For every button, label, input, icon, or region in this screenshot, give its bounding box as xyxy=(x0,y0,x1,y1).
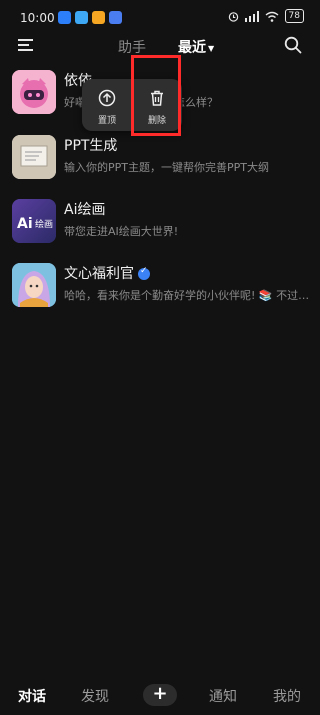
nav-mine[interactable]: 我的 xyxy=(273,686,301,706)
wifi-icon xyxy=(265,11,278,22)
app-icon xyxy=(75,11,88,24)
menu-icon[interactable] xyxy=(18,38,34,52)
pin-label: 置顶 xyxy=(97,116,116,126)
tab-recent-label: 最近 xyxy=(178,40,206,56)
pin-button[interactable]: 置顶 xyxy=(82,79,132,131)
pin-top-icon xyxy=(98,89,116,107)
bottom-nav: 对话 发现 + 通知 我的 xyxy=(0,676,320,715)
tab-recent[interactable]: 最近 ▼ xyxy=(178,37,214,57)
chat-item-welfare[interactable]: 文心福利官 哈哈，看来你是个勤奋好学的小伙伴呢! 📚 不过… xyxy=(0,263,320,323)
chat-name: 文心福利官 xyxy=(64,263,150,283)
svg-text:Ai: Ai xyxy=(17,216,33,232)
notification-app-icons xyxy=(58,11,122,24)
status-time: 10:00 xyxy=(20,11,55,25)
app-icon xyxy=(58,11,71,24)
avatar xyxy=(12,263,56,307)
chat-preview: 带您走进AI绘画大世界! xyxy=(64,225,179,238)
chat-name-text: 文心福利官 xyxy=(64,266,134,282)
svg-text:绘画: 绘画 xyxy=(35,218,53,230)
nav-notify[interactable]: 通知 xyxy=(209,686,237,706)
nav-chat[interactable]: 对话 xyxy=(18,686,46,706)
welfare-avatar-image xyxy=(12,263,56,307)
chat-item-ppt[interactable]: PPT生成 输入你的PPT主题，一键帮你完善PPT大纲 xyxy=(0,135,320,195)
tab-assistant[interactable]: 助手 xyxy=(118,37,146,57)
signal-icon xyxy=(244,10,259,22)
verified-badge-icon xyxy=(138,266,150,280)
chat-item-ai-painting[interactable]: Ai 绘画 Ai绘画 带您走进AI绘画大世界! xyxy=(0,199,320,259)
ppt-avatar-image xyxy=(12,135,56,179)
status-icons: 78 xyxy=(228,9,304,23)
app-icon xyxy=(92,11,105,24)
alarm-icon xyxy=(228,11,238,22)
chat-preview: 输入你的PPT主题，一键帮你完善PPT大纲 xyxy=(64,161,269,174)
nav-discover[interactable]: 发现 xyxy=(81,686,109,706)
status-bar: 10:00 78 xyxy=(0,0,320,34)
avatar: Ai 绘画 xyxy=(12,199,56,243)
chevron-down-icon: ▼ xyxy=(208,43,215,53)
yiyi-avatar-image xyxy=(12,70,56,114)
avatar xyxy=(12,135,56,179)
add-button[interactable]: + xyxy=(143,684,177,706)
search-icon[interactable] xyxy=(284,36,302,54)
app-icon xyxy=(109,11,122,24)
battery-indicator: 78 xyxy=(284,9,304,23)
chat-name: Ai绘画 xyxy=(64,202,106,218)
chat-preview: 哈哈，看来你是个勤奋好学的小伙伴呢! 📚 不过… xyxy=(64,289,310,302)
ai-painting-avatar-image: Ai 绘画 xyxy=(12,199,56,243)
highlight-annotation-box xyxy=(131,55,181,136)
chat-name: PPT生成 xyxy=(64,138,118,154)
avatar xyxy=(12,70,56,114)
